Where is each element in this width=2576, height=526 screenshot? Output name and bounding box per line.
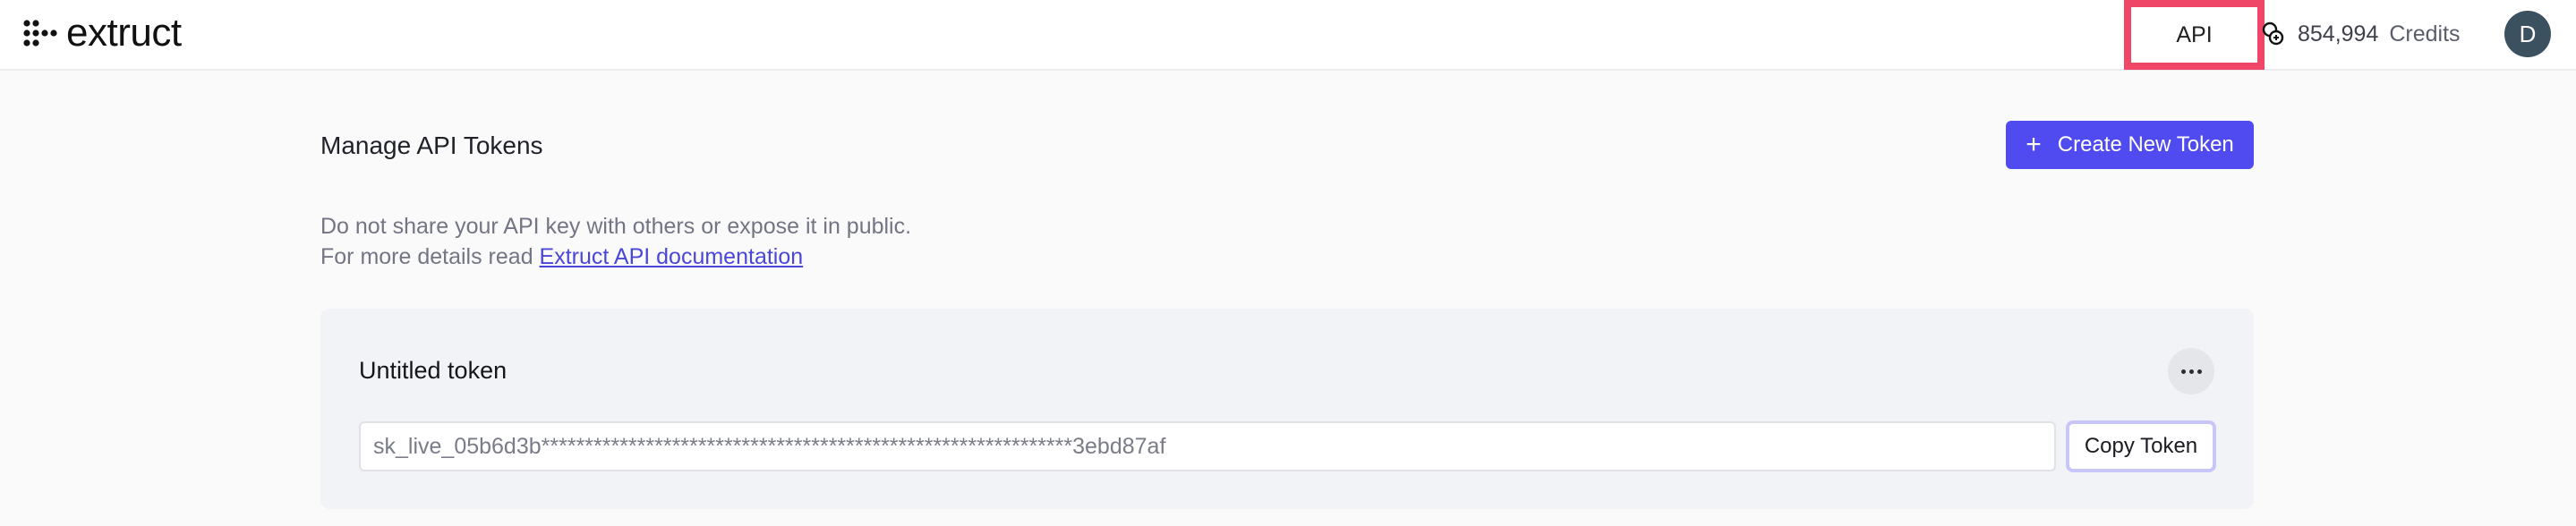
copy-token-label: Copy Token (2084, 434, 2198, 458)
copy-token-button[interactable]: Copy Token (2066, 420, 2216, 472)
api-documentation-link[interactable]: Extruct API documentation (540, 244, 804, 269)
credits-label: Credits (2389, 21, 2461, 47)
credits-value: 854,994 (2298, 21, 2379, 47)
api-key-notice: Do not share your API key with others or… (320, 211, 911, 272)
nav-api-label: API (2176, 21, 2213, 47)
ellipsis-icon-dot (2196, 369, 2202, 374)
notice-line-2: For more details read Extruct API docume… (320, 242, 911, 272)
page-title: Manage API Tokens (320, 132, 543, 159)
token-card: Untitled token sk_live_05b6d3b**********… (320, 309, 2254, 509)
user-avatar[interactable]: D (2504, 11, 2551, 57)
logo-text: extruct (66, 11, 182, 55)
ellipsis-icon-dot (2180, 369, 2186, 374)
coins-icon (2262, 21, 2284, 46)
credits-indicator[interactable]: 854,994 Credits (2262, 18, 2461, 50)
avatar-initial: D (2519, 20, 2537, 47)
notice-line-2-prefix: For more details read (320, 244, 540, 269)
token-more-options-button[interactable] (2168, 348, 2214, 394)
extruct-logo[interactable]: extruct (23, 13, 182, 54)
nav-api-button[interactable]: API (2124, 0, 2265, 70)
ellipsis-icon-dot (2188, 369, 2194, 374)
create-new-token-button[interactable]: + Create New Token (2006, 121, 2254, 169)
notice-line-1: Do not share your API key with others or… (320, 214, 912, 239)
create-new-token-label: Create New Token (2057, 132, 2234, 157)
token-value-field[interactable]: sk_live_05b6d3b*************************… (359, 421, 2056, 471)
token-name: Untitled token (359, 357, 508, 384)
plus-icon: + (2026, 130, 2042, 159)
extruct-dots-logo-icon (23, 20, 57, 47)
top-navigation-bar: extruct API 854,994 Credits D (0, 0, 2576, 71)
